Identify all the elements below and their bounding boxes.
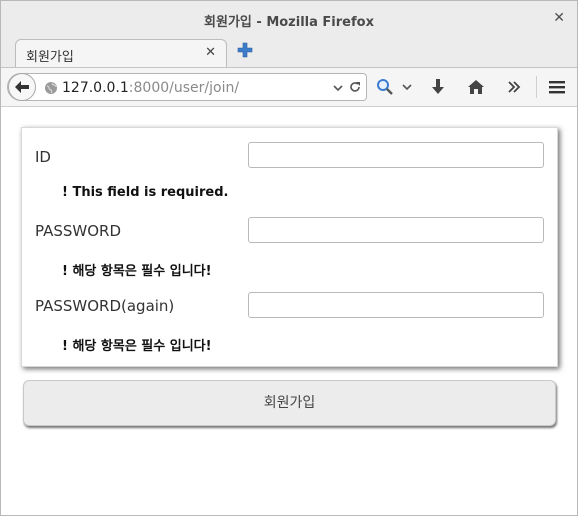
back-arrow-icon [15, 81, 29, 93]
url-history-chevron-down-icon[interactable] [332, 82, 344, 94]
url-path: :8000/user/join/ [128, 80, 240, 96]
id-input[interactable] [248, 142, 544, 168]
password-again-error-message: ! 해당 항목은 필수 입니다! [62, 339, 212, 354]
navigation-bar: 127.0.0.1:8000/user/join/ [1, 68, 577, 107]
password-input[interactable] [248, 217, 544, 243]
password-again-input[interactable] [248, 292, 544, 318]
title-bar: 회원가입 - Mozilla Firefox ✕ [1, 1, 577, 37]
back-button[interactable] [8, 73, 36, 101]
password-again-label: PASSWORD(again) [35, 297, 175, 315]
password-error-message: ! 해당 항목은 필수 입니다! [62, 264, 212, 279]
url-host: 127.0.0.1 [62, 80, 129, 96]
url-bar[interactable]: 127.0.0.1:8000/user/join/ [7, 73, 367, 101]
tab-label: 회원가입 [26, 50, 74, 65]
window-close-icon[interactable]: ✕ [553, 10, 565, 26]
tab-close-icon[interactable]: ✕ [205, 45, 216, 60]
search-engine-chevron-down-icon[interactable] [401, 82, 413, 94]
id-error-message: ! This field is required. [62, 185, 229, 200]
browser-window: 회원가입 - Mozilla Firefox ✕ 회원가입 ✕ 127.0.0.… [0, 0, 578, 516]
reload-icon[interactable] [348, 80, 362, 94]
search-icon[interactable] [376, 78, 394, 96]
page-content: ID ! This field is required. PASSWORD ! … [1, 107, 577, 515]
tab-strip: 회원가입 ✕ [1, 37, 577, 68]
download-arrow-icon[interactable] [430, 78, 446, 96]
globe-icon [45, 82, 57, 94]
home-icon[interactable] [467, 78, 485, 96]
join-form: ID ! This field is required. PASSWORD ! … [21, 127, 558, 367]
window-title: 회원가입 - Mozilla Firefox [204, 15, 374, 30]
id-label: ID [35, 148, 51, 166]
url-text: 127.0.0.1:8000/user/join/ [62, 80, 239, 96]
toolbar-separator [536, 76, 537, 98]
password-label: PASSWORD [35, 222, 122, 240]
overflow-chevrons-icon[interactable] [507, 80, 521, 94]
new-tab-plus-icon[interactable] [237, 42, 253, 58]
join-submit-button[interactable]: 회원가입 [23, 380, 556, 426]
hamburger-menu-icon[interactable] [548, 78, 566, 96]
tab-join[interactable]: 회원가입 ✕ [15, 39, 227, 67]
